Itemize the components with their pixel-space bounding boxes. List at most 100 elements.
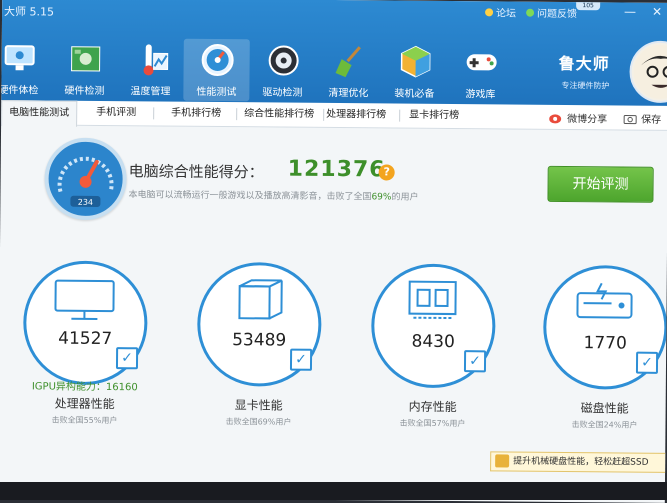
disk-boost-icon	[495, 454, 509, 467]
nav-label: 性能测试	[183, 83, 249, 99]
metric-card-gpu[interactable]: 53489 ✓ 显卡性能 击败全国69%用户	[196, 262, 321, 433]
metric-rank: 击败全国69%用户	[196, 416, 320, 428]
monitor-bezel	[0, 482, 667, 500]
save-label: 保存	[641, 111, 661, 126]
close-button[interactable]: ✕	[647, 3, 667, 21]
tab-gpu-ranking[interactable]: 显卡排行榜	[403, 104, 465, 129]
title-links: 论坛 问题反馈	[485, 4, 577, 20]
metric-rank: 击败全国24%用户	[542, 419, 666, 431]
weibo-icon	[549, 111, 563, 123]
nav-game-library[interactable]: 游戏库	[447, 41, 514, 104]
3d-box-icon	[225, 276, 291, 325]
nav-temperature[interactable]: 温度管理	[117, 38, 184, 101]
header: 大师 5.15 105 论坛 问题反馈 — ✕ 硬件体检 硬件检测 温度管理	[1, 0, 667, 107]
avatar[interactable]	[629, 41, 667, 104]
score-value: 121376	[288, 157, 386, 183]
nav-hardware-detect[interactable]: 硬件检测	[51, 38, 118, 101]
speedometer-icon	[199, 42, 235, 78]
nav-hardware-check[interactable]: 硬件体检	[0, 37, 52, 100]
tab-pc-performance[interactable]: 电脑性能测试	[1, 100, 77, 127]
tab-divider	[323, 109, 324, 121]
tip-text: 提升机械硬盘性能，轻松赶超SSD	[513, 457, 648, 468]
speedometer-icon: 234	[48, 142, 123, 217]
tab-divider	[153, 107, 154, 119]
metric-rank: 击败全国55%用户	[22, 414, 146, 426]
help-icon[interactable]: ?	[379, 164, 395, 180]
brand-name: 鲁大师	[559, 50, 610, 74]
chip-board-icon	[68, 41, 104, 77]
broom-icon	[331, 43, 367, 79]
tab-cpu-ranking[interactable]: 处理器排行榜	[325, 103, 387, 128]
app-version: 大师 5.15	[4, 3, 54, 19]
nav-label: 清理优化	[315, 84, 381, 100]
monitor-icon	[51, 275, 117, 324]
nav-essentials[interactable]: 装机必备	[381, 40, 448, 103]
score-description: 本电脑可以流畅运行一般游戏以及播放高清影音，击败了全国69%的用户	[128, 187, 418, 203]
nav-label: 温度管理	[117, 82, 183, 98]
nav-performance-test[interactable]: 性能测试	[183, 39, 250, 102]
memory-chip-icon	[399, 278, 465, 327]
check-icon[interactable]: ✓	[464, 350, 486, 372]
start-evaluation-button[interactable]: 开始评测	[547, 166, 653, 203]
gear-icon	[265, 42, 301, 78]
gauge-reading: 234	[78, 198, 93, 207]
feedback-icon	[526, 8, 534, 16]
hard-disk-icon	[571, 279, 637, 328]
score-desc-percent: 69%	[371, 192, 391, 202]
tab-divider	[236, 108, 237, 120]
ssd-boost-tip[interactable]: 提升机械硬盘性能，轻松赶超SSD	[490, 451, 667, 473]
metric-score: 1770	[543, 333, 667, 354]
forum-link[interactable]: 论坛	[485, 4, 516, 19]
feedback-link[interactable]: 问题反馈	[526, 5, 577, 20]
tab-bar: 电脑性能测试 手机评测 手机排行榜 综合性能排行榜 处理器排行榜 显卡排行榜 微…	[1, 100, 667, 131]
tab-divider	[399, 110, 400, 122]
weibo-share-button[interactable]: 微博分享	[549, 110, 607, 126]
check-icon[interactable]: ✓	[636, 352, 658, 374]
score-label: 电脑综合性能得分：	[129, 160, 264, 182]
score-gauge: 234	[44, 137, 127, 220]
title-bar: 大师 5.15 105 论坛 问题反馈 — ✕	[2, 0, 667, 43]
check-icon[interactable]: ✓	[290, 349, 312, 371]
nav-label: 硬件体检	[0, 81, 51, 97]
metric-name: 磁盘性能	[543, 399, 667, 417]
metric-score: 53489	[197, 330, 321, 351]
metric-card-disk[interactable]: 1770 ✓ 磁盘性能 击败全国24%用户	[542, 265, 667, 436]
nav-clean-optimize[interactable]: 清理优化	[315, 40, 382, 103]
metric-rank: 击败全国57%用户	[370, 417, 494, 429]
forum-label: 论坛	[496, 4, 516, 19]
metric-name: 处理器性能	[23, 394, 147, 412]
weibo-share-label: 微博分享	[567, 110, 607, 125]
igpu-score: IGPU异构能力：16160	[23, 377, 147, 393]
score-desc-suffix: 的用户	[391, 193, 418, 203]
metric-score: 41527	[23, 328, 147, 349]
nav-label: 硬件检测	[51, 82, 117, 98]
minimize-button[interactable]: —	[620, 2, 640, 20]
mascot-face-icon	[631, 43, 667, 102]
forum-icon	[485, 8, 493, 16]
save-screenshot-button[interactable]: 保存	[623, 111, 661, 126]
nav-label: 游戏库	[447, 85, 513, 101]
tab-phone-ranking[interactable]: 手机排行榜	[161, 101, 231, 126]
metric-card-memory[interactable]: 8430 ✓ 内存性能 击败全国57%用户	[370, 263, 495, 434]
feedback-label: 问题反馈	[537, 5, 577, 20]
nav-label: 驱动检测	[249, 83, 315, 99]
brand-tagline: 专注硬件防护	[561, 80, 609, 91]
metric-card-cpu[interactable]: 41527 ✓ IGPU异构能力：16160 处理器性能 击败全国55%用户	[22, 260, 147, 431]
monitor-check-icon	[2, 40, 38, 76]
metric-score: 8430	[371, 331, 495, 352]
main-nav: 硬件体检 硬件检测 温度管理 性能测试 驱动检测 清理优化	[1, 37, 514, 103]
notification-badge: 105	[576, 2, 600, 10]
gamepad-icon	[463, 44, 499, 80]
nav-label: 装机必备	[381, 84, 447, 100]
thermometer-icon	[133, 41, 169, 77]
camera-icon	[623, 112, 637, 124]
cube-icon	[397, 44, 433, 80]
metric-name: 内存性能	[371, 397, 495, 415]
nav-driver-detect[interactable]: 驱动检测	[249, 39, 316, 102]
check-icon[interactable]: ✓	[116, 347, 138, 369]
tab-overall-ranking[interactable]: 综合性能排行榜	[239, 102, 319, 127]
app-window: 大师 5.15 105 论坛 问题反馈 — ✕ 硬件体检 硬件检测 温度管理	[0, 0, 667, 503]
metric-name: 显卡性能	[197, 396, 321, 414]
tab-phone-review[interactable]: 手机评测	[85, 101, 147, 126]
score-desc-prefix: 本电脑可以流畅运行一般游戏以及播放高清影音，击败了全国	[128, 190, 371, 202]
